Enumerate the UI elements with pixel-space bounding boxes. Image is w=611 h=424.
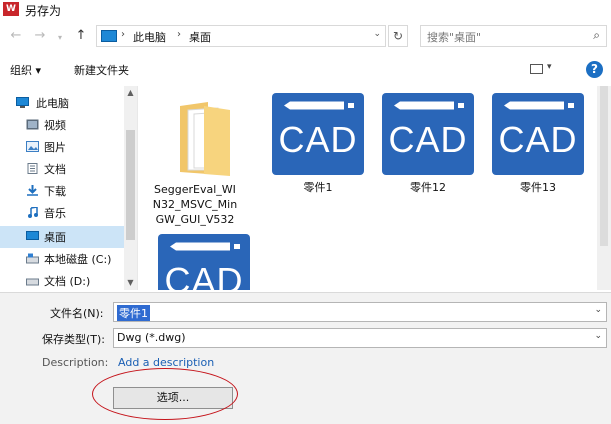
file-list-scrollbar[interactable] bbox=[597, 86, 611, 290]
filename-input[interactable]: 零件1 ⌄ bbox=[113, 302, 607, 322]
sidebar-item-desktop[interactable]: 桌面 bbox=[0, 226, 124, 248]
search-input[interactable]: 搜索"桌面" ⌕ bbox=[420, 25, 607, 47]
file-list: SeggerEval_WI N32_MSVC_Min GW_GUI_V532 C… bbox=[140, 86, 597, 290]
video-icon bbox=[26, 119, 39, 130]
cad-file-icon: CAD bbox=[158, 234, 250, 290]
sidebar-item-downloads[interactable]: 下载 bbox=[0, 180, 124, 202]
sidebar-item-drive-d[interactable]: 文档 (D:) bbox=[0, 270, 124, 292]
scrollbar-thumb[interactable] bbox=[600, 86, 608, 246]
sidebar-item-label: 图片 bbox=[44, 141, 66, 154]
breadcrumb-desktop[interactable]: 桌面 bbox=[189, 29, 211, 45]
navigation-pane: 此电脑 视频 图片 文档 下载 音乐 桌面 本地磁盘 (C:) 文档 (D:) … bbox=[0, 86, 138, 290]
app-icon: W bbox=[3, 2, 19, 16]
sidebar-item-label: 本地磁盘 (C:) bbox=[44, 253, 112, 266]
annotation-ellipse bbox=[92, 368, 238, 420]
sidebar-item-label: 此电脑 bbox=[36, 97, 69, 110]
recent-dropdown-icon[interactable]: ▾ bbox=[52, 29, 68, 47]
sidebar-item-this-pc[interactable]: 此电脑 bbox=[0, 92, 124, 114]
chevron-down-icon[interactable]: ⌄ bbox=[373, 29, 381, 39]
file-item-folder[interactable]: SeggerEval_WI N32_MSVC_Min GW_GUI_V532 bbox=[140, 86, 250, 236]
file-item-cad[interactable]: CAD 零件13 bbox=[492, 86, 597, 206]
up-arrow-icon[interactable]: ↑ bbox=[73, 27, 89, 45]
drive-icon bbox=[26, 278, 39, 286]
sidebar-item-label: 下载 bbox=[44, 185, 66, 198]
sidebar-item-pictures[interactable]: 图片 bbox=[0, 136, 124, 158]
scrollbar-thumb[interactable] bbox=[126, 130, 135, 240]
computer-icon bbox=[101, 30, 117, 42]
scroll-down-icon[interactable]: ▼ bbox=[124, 278, 137, 287]
window-title: 另存为 bbox=[25, 4, 62, 18]
sidebar-item-videos[interactable]: 视频 bbox=[0, 114, 124, 136]
document-icon bbox=[27, 163, 38, 174]
filetype-select[interactable]: Dwg (*.dwg) ⌄ bbox=[113, 328, 607, 348]
sidebar-item-label: 文档 (D:) bbox=[44, 275, 91, 288]
description-label: Description: bbox=[42, 356, 109, 369]
cad-file-icon: CAD bbox=[492, 93, 584, 175]
file-item-cad[interactable]: CAD 零件12 bbox=[382, 86, 492, 206]
image-icon bbox=[26, 141, 39, 152]
organize-menu[interactable]: 组织 ▾ bbox=[10, 62, 41, 78]
computer-icon bbox=[16, 97, 29, 108]
sidebar-item-label: 文档 bbox=[44, 163, 66, 176]
command-toolbar: 组织 ▾ 新建文件夹 ▾ ? bbox=[0, 56, 611, 84]
search-placeholder: 搜索"桌面" bbox=[427, 31, 482, 44]
sidebar-item-label: 音乐 bbox=[44, 207, 66, 220]
drive-icon bbox=[26, 253, 39, 264]
address-row: ← → ▾ ↑ › 此电脑 › 桌面 ⌄ ↻ 搜索"桌面" ⌕ bbox=[0, 22, 611, 50]
new-folder-button[interactable]: 新建文件夹 bbox=[74, 62, 129, 78]
chevron-right-icon: › bbox=[121, 29, 125, 40]
chevron-down-icon[interactable]: ▾ bbox=[547, 62, 552, 72]
file-name: 零件12 bbox=[410, 181, 446, 194]
folder-icon bbox=[180, 102, 230, 176]
sidebar-scrollbar[interactable]: ▲ ▼ bbox=[124, 86, 137, 290]
cad-file-icon: CAD bbox=[382, 93, 474, 175]
file-name: 零件1 bbox=[303, 181, 333, 194]
file-item-cad[interactable]: CAD 零件1 bbox=[272, 86, 382, 206]
filetype-label: 保存类型(T): bbox=[42, 333, 106, 346]
file-name: SeggerEval_WI N32_MSVC_Min GW_GUI_V532 bbox=[152, 183, 238, 226]
title-bar: W 另存为 bbox=[0, 0, 611, 20]
breadcrumb-this-pc[interactable]: 此电脑 bbox=[133, 29, 166, 45]
sidebar-item-label: 桌面 bbox=[44, 231, 66, 244]
chevron-down-icon[interactable]: ⌄ bbox=[594, 331, 602, 341]
file-name: 零件13 bbox=[520, 181, 556, 194]
sidebar-item-music[interactable]: 音乐 bbox=[0, 202, 124, 224]
download-icon bbox=[27, 185, 38, 196]
save-form: 文件名(N): 零件1 ⌄ 保存类型(T): Dwg (*.dwg) ⌄ Des… bbox=[0, 292, 611, 424]
filename-value: 零件1 bbox=[117, 305, 150, 321]
filename-label: 文件名(N): bbox=[50, 307, 104, 320]
forward-arrow-icon[interactable]: → bbox=[32, 27, 48, 45]
refresh-button[interactable]: ↻ bbox=[388, 25, 408, 47]
file-item-cad[interactable]: CAD bbox=[158, 234, 268, 290]
sidebar-item-label: 视频 bbox=[44, 119, 66, 132]
music-icon bbox=[28, 207, 38, 218]
chevron-down-icon[interactable]: ⌄ bbox=[594, 305, 602, 315]
sidebar-item-documents[interactable]: 文档 bbox=[0, 158, 124, 180]
sidebar-item-drive-c[interactable]: 本地磁盘 (C:) bbox=[0, 248, 124, 270]
cad-file-icon: CAD bbox=[272, 93, 364, 175]
back-arrow-icon[interactable]: ← bbox=[8, 27, 24, 45]
filetype-value: Dwg (*.dwg) bbox=[117, 331, 186, 344]
view-options-icon[interactable] bbox=[530, 64, 543, 74]
search-icon: ⌕ bbox=[593, 28, 600, 42]
chevron-right-icon: › bbox=[177, 29, 181, 40]
desktop-icon bbox=[26, 231, 39, 240]
scroll-up-icon[interactable]: ▲ bbox=[124, 88, 137, 97]
help-icon[interactable]: ? bbox=[586, 61, 603, 78]
address-bar[interactable]: › 此电脑 › 桌面 ⌄ bbox=[96, 25, 386, 47]
